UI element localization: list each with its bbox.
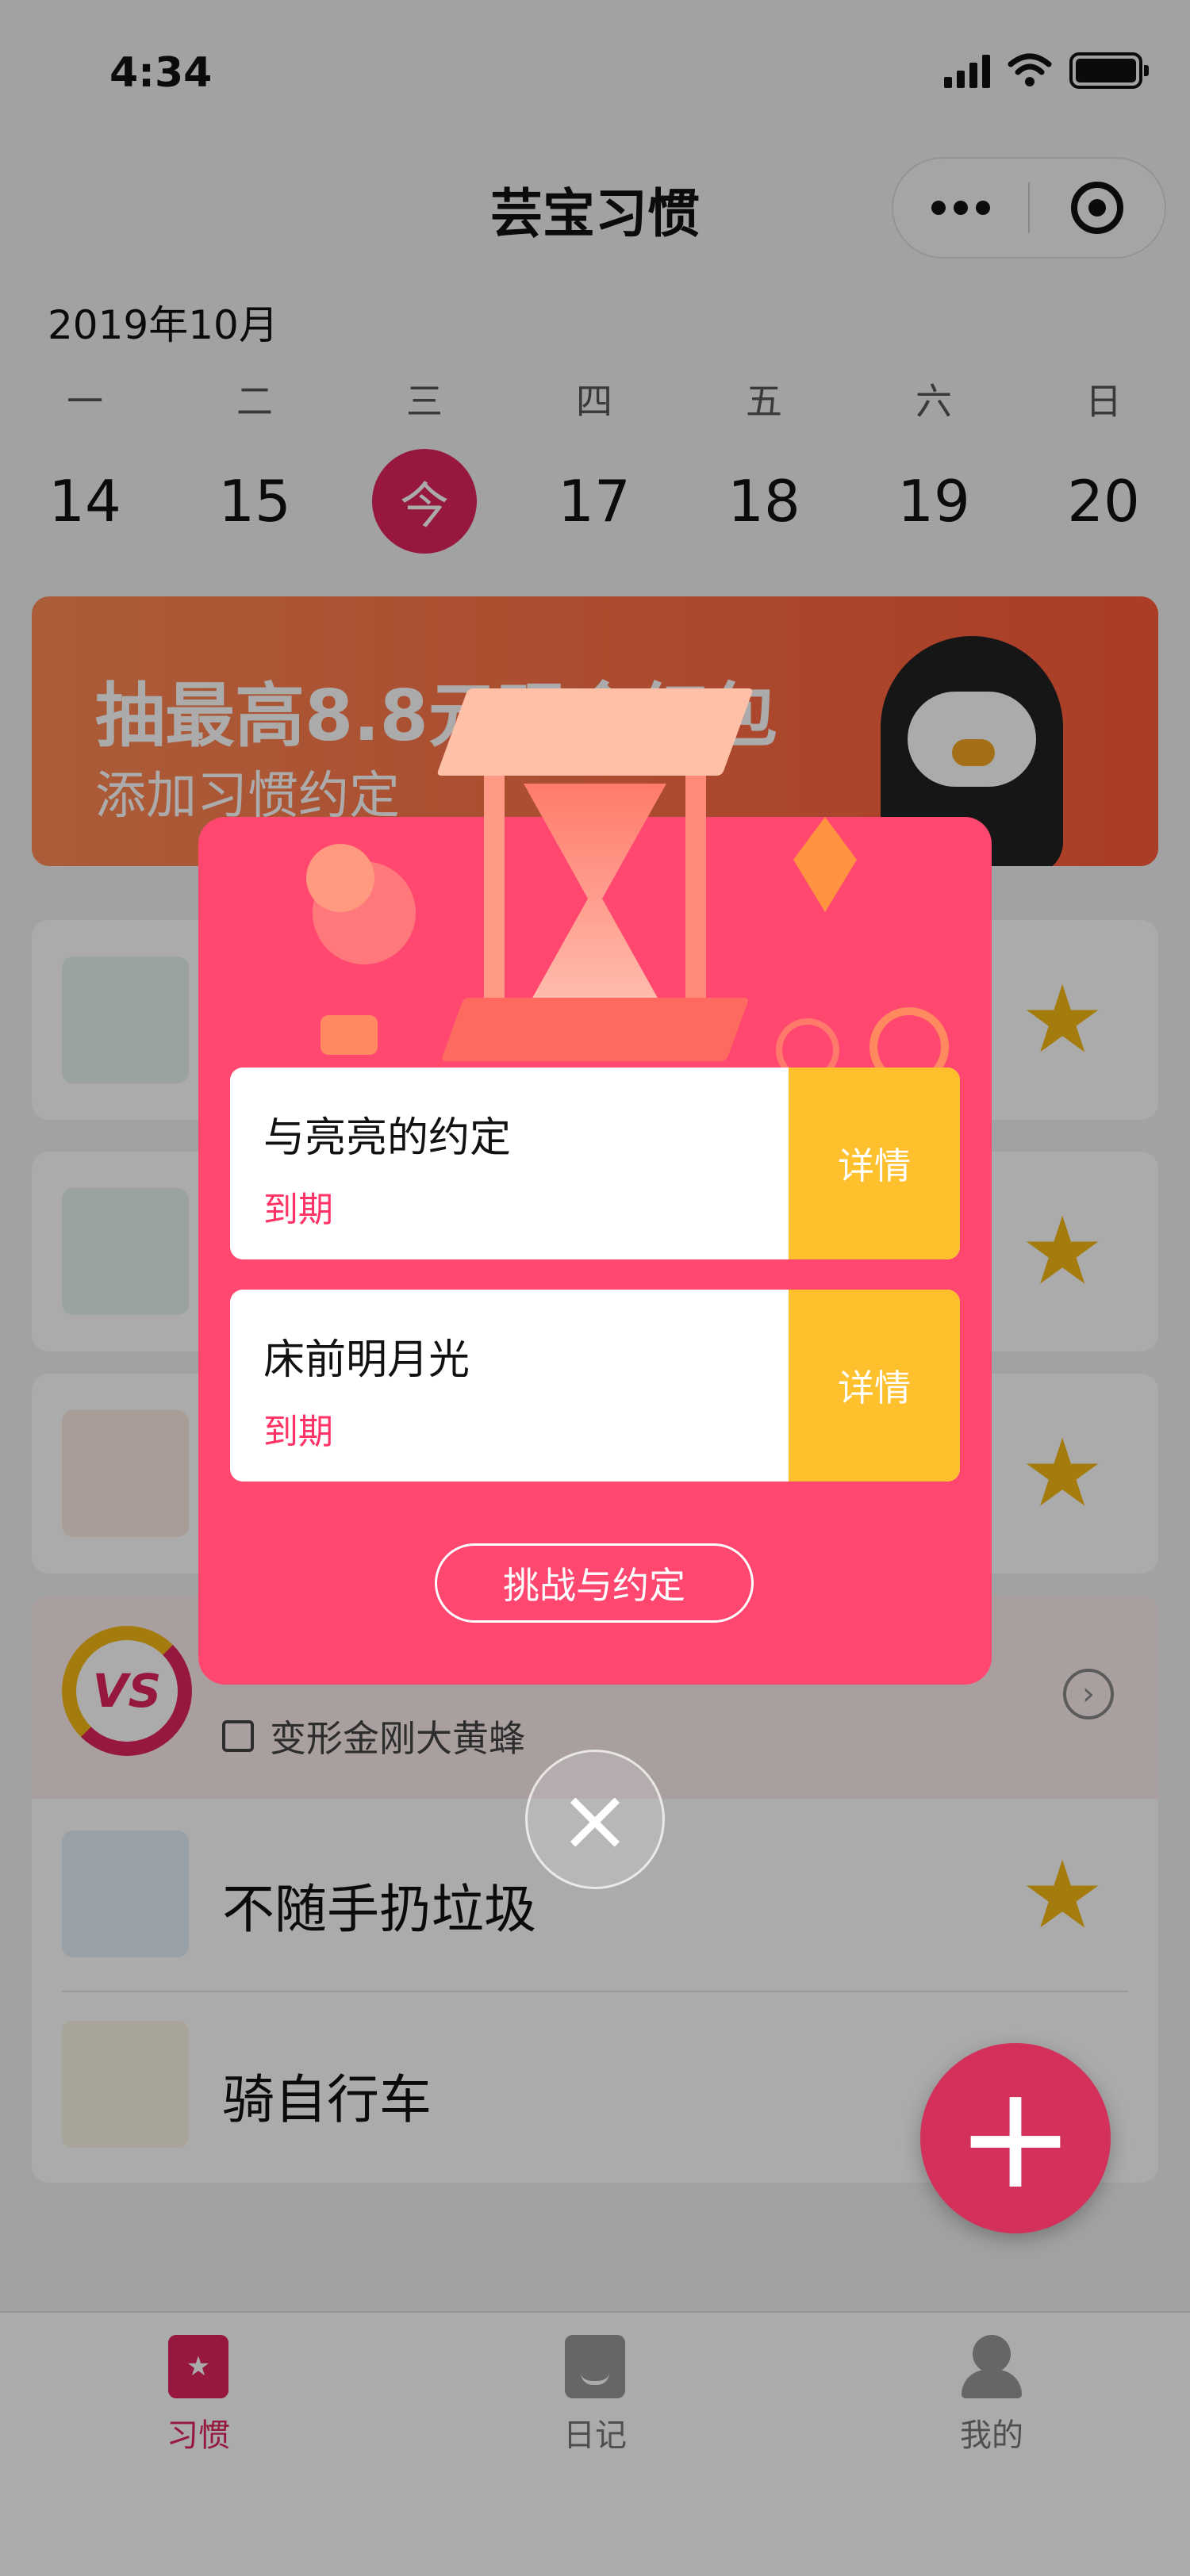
detail-button[interactable]: 详情	[789, 1290, 960, 1482]
challenge-agreement-button[interactable]: 挑战与约定	[435, 1543, 754, 1623]
decor-bubble	[306, 844, 374, 912]
agreement-status: 到期	[263, 1412, 333, 1452]
detail-button[interactable]: 详情	[789, 1068, 960, 1259]
agreement-item: 与亮亮的约定 到期 详情	[230, 1068, 960, 1259]
add-habit-button[interactable]: +	[920, 2043, 1111, 2233]
agreement-name: 床前明月光	[263, 1336, 470, 1384]
agreement-status: 到期	[263, 1190, 333, 1230]
hourglass-illustration	[436, 688, 754, 1061]
agreement-name: 与亮亮的约定	[263, 1114, 512, 1162]
agreement-item: 床前明月光 到期 详情	[230, 1290, 960, 1482]
close-modal-button[interactable]: ×	[525, 1750, 665, 1889]
decor-gift-icon	[321, 1015, 378, 1055]
close-icon: ×	[558, 1769, 632, 1870]
